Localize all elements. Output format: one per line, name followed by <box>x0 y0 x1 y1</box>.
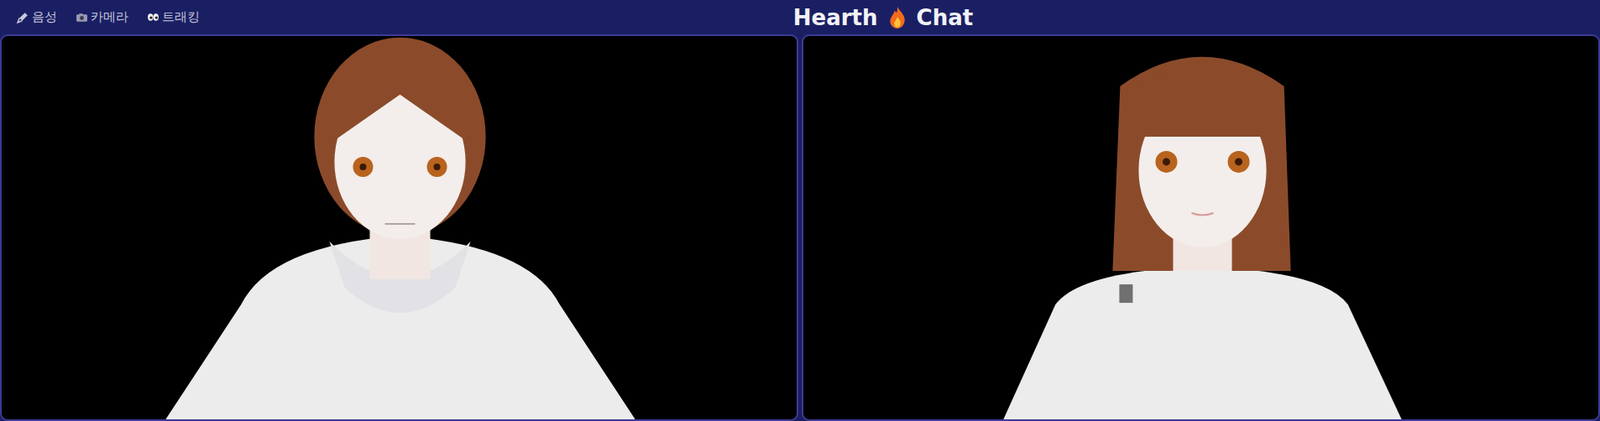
toolbar-label: 음성 <box>31 9 58 26</box>
avatar-video-frame <box>1 36 797 420</box>
video-grid <box>0 34 1600 421</box>
toolbar-button[interactable]: 음성 <box>16 7 58 27</box>
title-text: Chat <box>916 5 974 31</box>
video-panel <box>0 34 799 421</box>
camera-icon <box>75 10 89 24</box>
toolbar: 음성 카메라 트래킹 <box>16 7 200 27</box>
video-panel <box>801 34 1600 421</box>
top-bar: 음성 카메라 트래킹 Hearth Chat <box>0 0 1600 35</box>
toolbar-button[interactable]: 카메라 <box>75 7 129 27</box>
fire-icon <box>888 5 907 30</box>
title-text: Hearth <box>793 5 879 31</box>
toolbar-label: 카메라 <box>90 9 129 26</box>
app-title: Hearth Chat <box>199 5 1600 31</box>
eyes-icon <box>146 10 160 24</box>
toolbar-button[interactable]: 트래킹 <box>146 7 200 27</box>
toolbar-label: 트래킹 <box>162 9 200 26</box>
avatar-video-frame <box>803 36 1599 420</box>
microphone-icon <box>16 10 30 24</box>
hearth-chat-app: 음성 카메라 트래킹 Hearth Chat <box>0 0 1600 421</box>
